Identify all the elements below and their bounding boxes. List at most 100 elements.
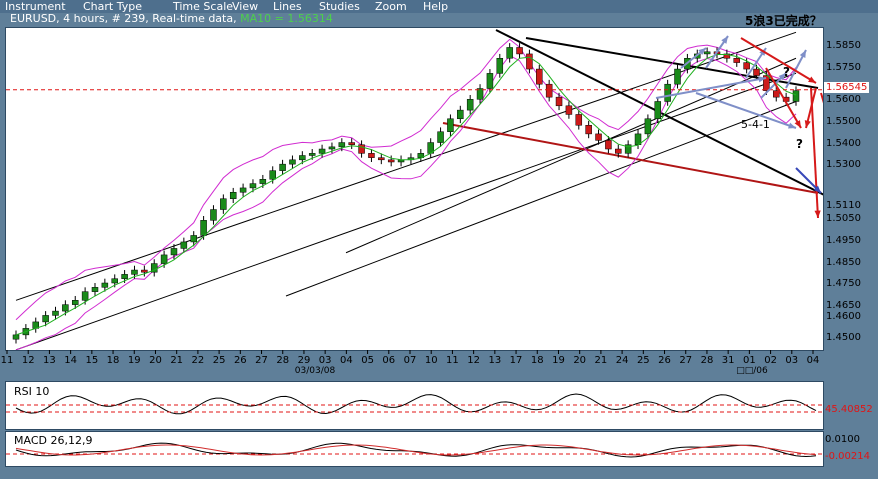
date-tick-label: 26 (658, 355, 671, 366)
candle (318, 148, 326, 154)
date-tick-label: 19 (552, 355, 565, 366)
price-axis-tick: 1.5750 (826, 62, 861, 74)
price-axis-tick: 1.4850 (826, 256, 861, 268)
date-tick-label: 01 (743, 355, 756, 366)
date-tick-label: 06 (382, 355, 395, 366)
macd-level-label: -0.00214 (825, 451, 870, 462)
date-tick-label: 19 (128, 355, 141, 366)
date-tick-label: 28 (701, 355, 714, 366)
menu-zoom[interactable]: Zoom (375, 0, 407, 13)
candle (595, 133, 602, 141)
date-tick-label: 18 (531, 355, 544, 366)
projection-arrow (810, 87, 819, 219)
candle (753, 68, 760, 76)
candle (52, 310, 59, 316)
candle (160, 254, 168, 264)
candle (141, 269, 148, 273)
candle (12, 334, 20, 340)
price-axis-tick: 1.5850 (826, 40, 861, 52)
candle (437, 131, 444, 143)
candle (773, 90, 780, 98)
candle (121, 274, 128, 279)
price-axis-tick: 1.4650 (826, 299, 861, 311)
date-tick-label: 13 (43, 355, 56, 366)
candle (516, 47, 523, 55)
candle (555, 96, 563, 107)
date-tick-label: 02 (764, 355, 777, 366)
date-tick-label: 04 (807, 355, 820, 366)
candle (259, 179, 267, 184)
candle (457, 109, 464, 120)
candle (269, 170, 276, 180)
candle (447, 118, 454, 132)
date-tick-label: 14 (64, 355, 77, 366)
date-tick-label: 04 (340, 355, 353, 366)
date-tick-label: 12 (22, 355, 35, 366)
candle (378, 157, 385, 161)
month-label: □□/06 (736, 366, 768, 376)
projection-arrow-head (814, 210, 821, 218)
price-axis-tick: 1.5110 (826, 200, 861, 212)
candle (131, 269, 138, 275)
price-axis-tick: 1.4750 (826, 278, 861, 290)
macd-chart: MACD 26,12,9 (6, 434, 823, 458)
candle (536, 68, 543, 85)
rsi-panel[interactable]: RSI 10 (5, 381, 824, 430)
date-tick-label: 17 (510, 355, 523, 366)
question-mark: ? (783, 65, 790, 79)
rsi-level-label: 45.40852 (825, 404, 873, 415)
price-axis-tick: 1.5300 (826, 159, 861, 171)
candle (91, 287, 99, 292)
wave-label: 5-4-1 (741, 118, 770, 131)
projection-arrow (820, 92, 847, 179)
date-tick-label: 28 (276, 355, 289, 366)
candle (585, 124, 592, 135)
ma-label: MA10 = 1.56314 (240, 12, 333, 25)
date-tick-label: 27 (255, 355, 268, 366)
macd-panel[interactable]: MACD 26,12,9 (5, 431, 824, 467)
candle (703, 51, 711, 55)
symbol-label: EURUSD (10, 12, 57, 25)
candle (664, 83, 671, 102)
date-tick-label: 11 (446, 355, 459, 366)
candle (328, 146, 336, 150)
price-axis-tick: 1.4950 (826, 234, 861, 246)
price-axis-tick: 1.4600 (826, 310, 861, 322)
candle (792, 90, 800, 102)
menu-help[interactable]: Help (423, 0, 448, 13)
date-tick-label: 03 (785, 355, 798, 366)
candle (605, 140, 612, 150)
candle (220, 198, 227, 210)
date-tick-label: 25 (213, 355, 226, 366)
candle (101, 282, 109, 288)
date-tick-label: 10 (425, 355, 438, 366)
candle (674, 68, 681, 85)
date-tick-label: 07 (404, 355, 417, 366)
candle (338, 142, 346, 148)
macd-axis-tick: 0.0100 (825, 434, 860, 445)
price-axis-tick: 1.5050 (826, 213, 861, 225)
date-tick-label: 03 (319, 355, 332, 366)
candle (249, 183, 257, 189)
date-tick-label: 15 (85, 355, 98, 366)
chart-header: EURUSD, 4 hours, # 239, Real-time data, … (10, 12, 333, 25)
timeframe-label: 4 hours (63, 12, 105, 25)
trend-channel-line (15, 72, 797, 351)
date-tick-label: 25 (637, 355, 650, 366)
support-line (442, 122, 819, 194)
candle (526, 53, 533, 70)
date-tick-label: 20 (573, 355, 586, 366)
price-axis-tick: 1.4500 (826, 332, 861, 344)
date-tick-label: 26 (234, 355, 247, 366)
candle (210, 209, 217, 221)
candle (190, 235, 197, 243)
macd-title: MACD 26,12,9 (14, 434, 92, 447)
feed-label: Real-time data (152, 12, 234, 25)
candle (506, 47, 513, 59)
candle (308, 153, 316, 156)
date-tick-label: 20 (149, 355, 162, 366)
price-chart-panel[interactable]: 5-4-1?? (5, 27, 867, 351)
candle (289, 159, 296, 165)
trend-channel-line (285, 101, 797, 297)
date-tick-label: 12 (467, 355, 480, 366)
